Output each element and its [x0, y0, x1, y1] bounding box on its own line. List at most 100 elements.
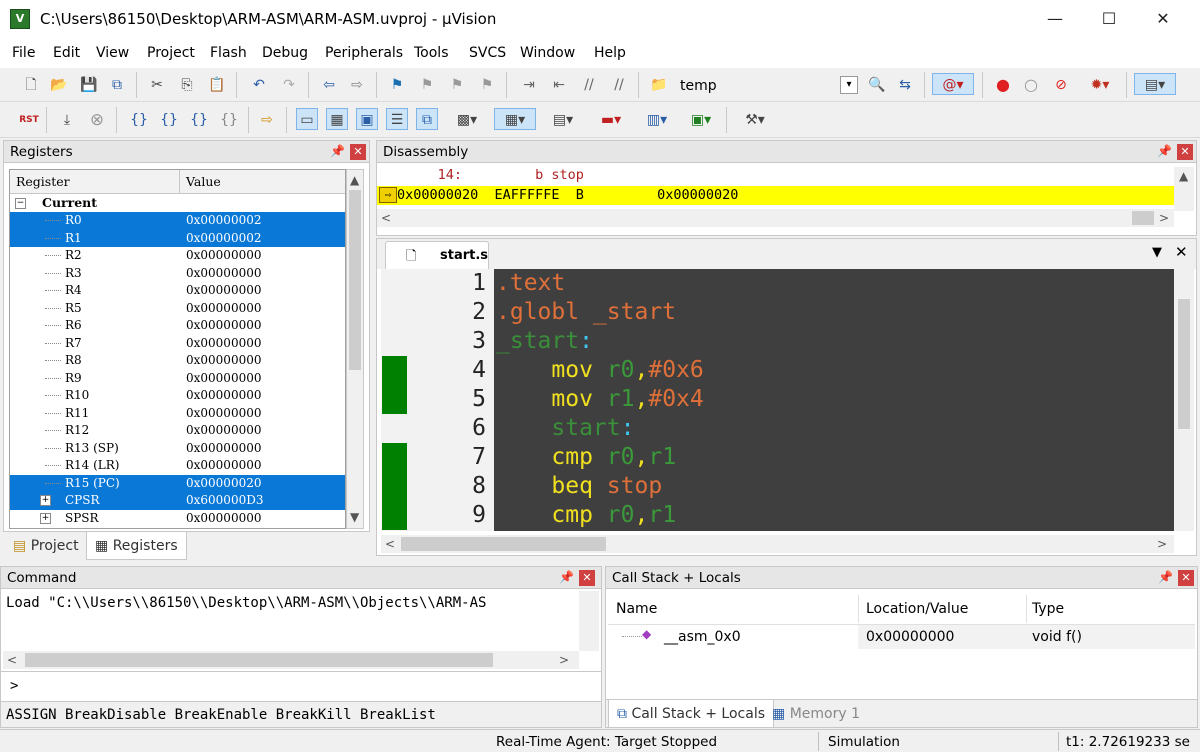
register-value[interactable]: 0x00000000 — [186, 318, 261, 332]
nav-forward-icon[interactable]: ⇨ — [346, 74, 368, 96]
scroll-up-arrow-icon[interactable]: ▲ — [350, 173, 359, 187]
register-row[interactable]: R3 0x00000000 — [10, 265, 345, 283]
run-to-cursor-icon[interactable]: {} — [218, 109, 240, 131]
tab-project[interactable]: ▤ Project — [5, 532, 87, 560]
kill-breakpoints-icon[interactable]: ✹▾ — [1080, 74, 1120, 96]
register-row[interactable]: R6 0x00000000 — [10, 317, 345, 335]
open-file-icon[interactable]: 📂 — [48, 74, 70, 96]
column-header-location[interactable]: Location/Value — [866, 601, 968, 617]
tab-callstack-locals[interactable]: ⧉ Call Stack + Locals — [608, 700, 775, 728]
command-input[interactable]: > — [1, 671, 601, 701]
disassembly-hscroll[interactable]: < > — [377, 209, 1174, 227]
register-value[interactable]: 0x00000000 — [186, 423, 261, 437]
close-panel-button[interactable]: ✕ — [579, 570, 595, 586]
command-output[interactable]: Load "C:\\Users\\86150\\Desktop\\ARM-ASM… — [6, 595, 578, 615]
scroll-left-arrow-icon[interactable]: < — [385, 537, 395, 551]
menu-tools[interactable]: Tools — [414, 45, 449, 61]
register-row[interactable]: R1 0x00000002 — [10, 229, 345, 247]
register-row[interactable]: R10 0x00000000 — [10, 387, 345, 405]
indent-icon[interactable]: ⇥ — [518, 74, 540, 96]
register-value[interactable]: 0x00000002 — [186, 213, 261, 227]
register-row[interactable]: + CPSR 0x600000D3 — [10, 492, 345, 510]
pin-icon[interactable]: 📌 — [559, 570, 574, 584]
analysis-windows-icon[interactable]: ▬▾ — [590, 109, 632, 131]
paste-icon[interactable]: 📋 — [206, 74, 228, 96]
register-value[interactable]: 0x00000000 — [186, 353, 261, 367]
reset-cpu-icon[interactable]: RST — [16, 109, 42, 131]
register-row[interactable]: R11 0x00000000 — [10, 405, 345, 423]
register-value[interactable]: 0x00000000 — [186, 266, 261, 280]
save-icon[interactable]: 💾 — [78, 74, 100, 96]
symbols-window-icon[interactable]: ▣ — [356, 108, 378, 130]
copy-icon[interactable]: ⎘ — [176, 74, 198, 96]
step-over-icon[interactable]: {} — [158, 109, 180, 131]
command-hscroll[interactable]: < > — [3, 651, 579, 669]
cut-icon[interactable]: ✂ — [146, 74, 168, 96]
code-line[interactable]: 5 mov r1,#0x4 — [381, 385, 1174, 414]
register-value[interactable]: 0x00000000 — [186, 283, 261, 297]
new-file-icon[interactable]: 🗋 — [20, 74, 42, 96]
scroll-thumb[interactable] — [25, 653, 493, 667]
scroll-right-arrow-icon[interactable]: > — [559, 653, 569, 667]
column-header-register[interactable]: Register — [10, 170, 180, 194]
scroll-up-arrow-icon[interactable]: ▲ — [1179, 169, 1188, 183]
nav-back-icon[interactable]: ⇦ — [318, 74, 340, 96]
column-header-name[interactable]: Name — [616, 601, 657, 617]
code-line[interactable]: 7 cmp r0,r1 — [381, 443, 1174, 472]
register-value[interactable]: 0x00000000 — [186, 388, 261, 402]
scroll-right-arrow-icon[interactable]: > — [1159, 211, 1169, 225]
watch-windows-icon[interactable]: ▩▾ — [446, 109, 488, 131]
register-group-current[interactable]: Current — [42, 195, 97, 210]
step-into-icon[interactable]: {} — [128, 109, 150, 131]
register-value[interactable]: 0x00000000 — [186, 511, 261, 525]
disassembly-vscroll[interactable]: ▲ — [1174, 167, 1194, 211]
disassembly-window-icon[interactable]: ▦ — [326, 108, 348, 130]
register-row[interactable]: R4 0x00000000 — [10, 282, 345, 300]
editor-vscroll[interactable] — [1174, 269, 1194, 531]
register-row[interactable]: R13 (SP) 0x00000000 — [10, 440, 345, 458]
unindent-icon[interactable]: ⇤ — [548, 74, 570, 96]
register-row[interactable]: R9 0x00000000 — [10, 370, 345, 388]
insert-breakpoint-icon[interactable]: ● — [992, 74, 1014, 96]
register-row[interactable]: R8 0x00000000 — [10, 352, 345, 370]
enable-breakpoint-icon[interactable]: ○ — [1020, 74, 1042, 96]
debug-session-icon[interactable]: @▾ — [932, 73, 974, 95]
memory-windows-icon[interactable]: ▦▾ — [494, 108, 536, 130]
scroll-thumb[interactable] — [1178, 299, 1190, 429]
registers-scrollbar[interactable]: ▲ ▼ — [346, 169, 364, 529]
run-icon[interactable]: ⤓ — [56, 109, 78, 131]
stop-icon[interactable]: ⊗ — [86, 109, 108, 131]
scroll-thumb[interactable] — [1132, 211, 1154, 225]
code-line[interactable]: 1 .text — [381, 269, 1174, 298]
find-dropdown-arrow[interactable]: ▾ — [840, 76, 858, 94]
scroll-left-arrow-icon[interactable]: < — [7, 653, 17, 667]
tab-memory-1[interactable]: ▦ Memory 1 — [764, 700, 868, 728]
register-value[interactable]: 0x00000000 — [186, 441, 261, 455]
callstack-row[interactable]: ◆ __asm_0x0 0x00000000 void f() — [608, 625, 1195, 649]
find-icon[interactable]: 🔍 — [866, 74, 888, 96]
disable-breakpoints-icon[interactable]: ⊘ — [1050, 74, 1072, 96]
trace-windows-icon[interactable]: ▥▾ — [636, 109, 678, 131]
disassembly-source-line[interactable]: 14: b stop — [397, 167, 1194, 186]
close-window-button[interactable]: ✕ — [1140, 4, 1186, 34]
menu-debug[interactable]: Debug — [262, 45, 308, 61]
register-row[interactable]: R0 0x00000002 — [10, 212, 345, 230]
toolbox-icon[interactable]: ⚒▾ — [734, 109, 776, 131]
editor-tab-start-s[interactable]: 🗋 start.s — [385, 241, 489, 269]
maximize-button[interactable]: ☐ — [1086, 4, 1132, 34]
menu-svcs[interactable]: SVCS — [469, 45, 506, 61]
call-stack-window-icon[interactable]: ⧉ — [416, 108, 438, 130]
system-viewer-icon[interactable]: ▣▾ — [680, 109, 722, 131]
registers-window-icon[interactable]: ☰ — [386, 108, 408, 130]
register-value[interactable]: 0x00000020 — [186, 476, 261, 490]
code-line[interactable]: 9 cmp r0,r1 — [381, 501, 1174, 530]
close-panel-button[interactable]: ✕ — [350, 144, 366, 160]
menu-flash[interactable]: Flash — [210, 45, 247, 61]
register-row[interactable]: R2 0x00000000 — [10, 247, 345, 265]
register-row[interactable]: R5 0x00000000 — [10, 300, 345, 318]
register-value[interactable]: 0x600000D3 — [186, 493, 263, 507]
command-vscroll[interactable] — [579, 591, 599, 651]
save-all-icon[interactable]: ⧉ — [106, 74, 128, 96]
register-row[interactable]: R12 0x00000000 — [10, 422, 345, 440]
incremental-find-icon[interactable]: ⇆ — [894, 74, 916, 96]
